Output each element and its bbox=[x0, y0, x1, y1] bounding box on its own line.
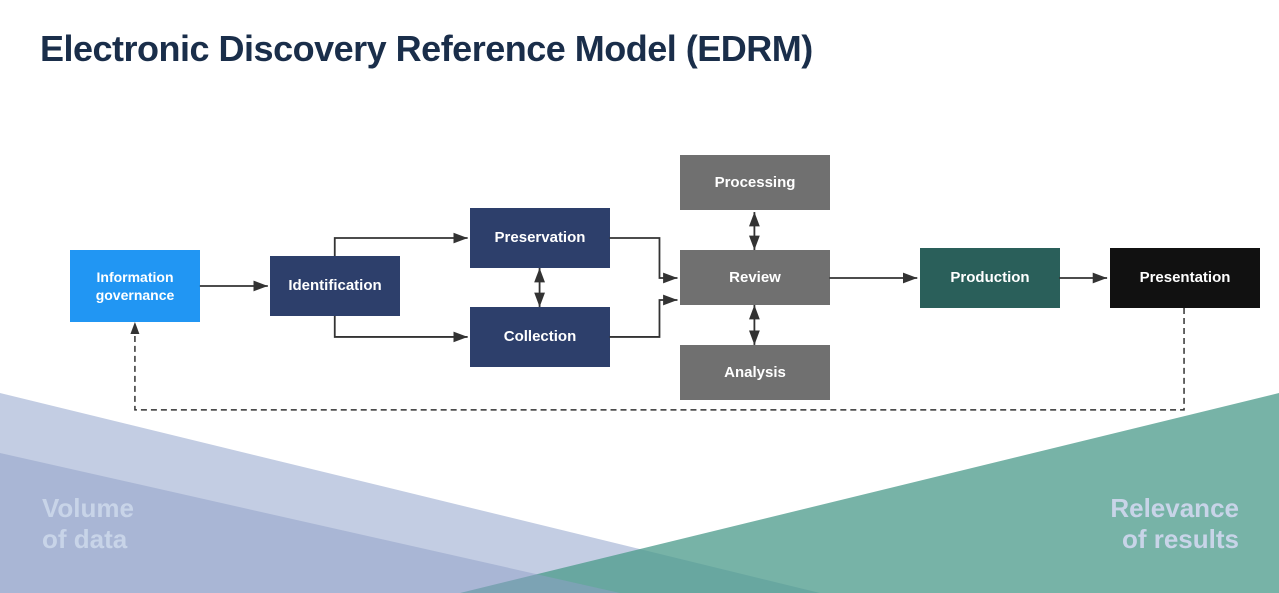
presentation-box: Presentation bbox=[1110, 248, 1260, 308]
processing-box: Processing bbox=[680, 155, 830, 210]
edrm-diagram: Information governance Identification Pr… bbox=[40, 100, 1239, 440]
analysis-box: Analysis bbox=[680, 345, 830, 400]
info-governance-box: Information governance bbox=[70, 250, 200, 322]
identification-box: Identification bbox=[270, 256, 400, 316]
relevance-label: Relevance of results bbox=[1110, 493, 1239, 555]
review-box: Review bbox=[680, 250, 830, 305]
production-box: Production bbox=[920, 248, 1060, 308]
collection-box: Collection bbox=[470, 307, 610, 367]
page-title: Electronic Discovery Reference Model (ED… bbox=[40, 28, 1239, 70]
preservation-box: Preservation bbox=[470, 208, 610, 268]
volume-label: Volume of data bbox=[42, 493, 134, 555]
main-container: Electronic Discovery Reference Model (ED… bbox=[0, 0, 1279, 593]
